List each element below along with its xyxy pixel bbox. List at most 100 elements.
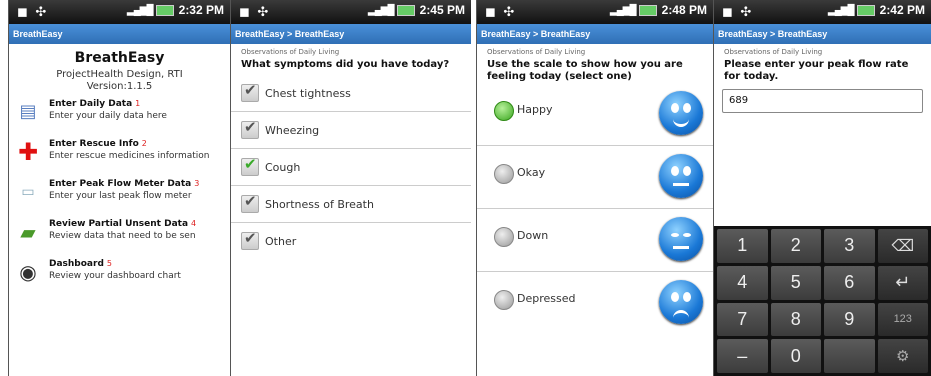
depressed-smiley-icon: [659, 280, 703, 324]
status-time: 2:48 PM: [661, 3, 707, 17]
version-line: Version:1.1.5: [86, 81, 153, 92]
menu-item-review-unsent[interactable]: ▰ Review Partial Unsent Data 4 Review dat…: [9, 219, 230, 259]
battery-icon: [155, 4, 174, 16]
key-4[interactable]: 4: [717, 265, 768, 300]
mood-option-okay[interactable]: Okay: [477, 146, 713, 209]
mood-option-depressed[interactable]: Depressed: [477, 272, 713, 334]
screen-peak-flow: ◼ ✣ ▂▄▆█ 2:42 PM BreathEasy > BreathEasy…: [713, 0, 931, 376]
key-123[interactable]: 123: [877, 302, 928, 337]
status-notification-icons: ◼ ✣: [17, 4, 49, 19]
symptom-label: Chest tightness: [265, 86, 351, 100]
symptom-label: Shortness of Breath: [265, 197, 374, 211]
symptom-cough[interactable]: ✔ Cough: [231, 149, 471, 186]
mood-option-happy[interactable]: Happy: [477, 83, 713, 146]
menu-desc: Review data that need to be sen: [49, 231, 196, 241]
key-blank[interactable]: [824, 339, 875, 373]
data-entry-icon: ▤: [19, 101, 37, 122]
app-title-bar: BreathEasy > BreathEasy: [714, 24, 931, 44]
key-5[interactable]: 5: [770, 265, 821, 300]
dashboard-icon: ◉: [19, 260, 37, 284]
key-0[interactable]: 0: [770, 339, 821, 373]
radio-unselected[interactable]: [494, 227, 514, 247]
checkbox-checked[interactable]: ✔: [241, 81, 259, 102]
key-1[interactable]: 1: [717, 229, 768, 263]
status-time: 2:32 PM: [178, 3, 224, 17]
radio-unselected[interactable]: [494, 164, 514, 184]
symptom-other[interactable]: ✔ Other: [231, 223, 471, 259]
menu-item-enter-rescue-info[interactable]: ✚ Enter Rescue Info 2 Enter rescue medici…: [9, 139, 230, 179]
numeric-keypad: 1 2 3 ⌫ 4 5 6 ↵ 7 8 9 123 – 0 ⚙: [714, 226, 931, 376]
app-title-bar: BreathEasy > BreathEasy: [477, 24, 713, 44]
radio-unselected[interactable]: [494, 290, 514, 310]
key-7[interactable]: 7: [717, 302, 768, 337]
status-bar: ◼ ✣ ▂▄▆█ 2:45 PM: [231, 0, 471, 24]
enter-icon[interactable]: ↵: [877, 265, 928, 300]
peak-flow-input[interactable]: 689: [722, 89, 923, 113]
key-8[interactable]: 8: [770, 302, 821, 337]
key-3[interactable]: 3: [824, 229, 875, 263]
status-time: 2:45 PM: [419, 3, 465, 17]
signal-icon: ▂▄▆█: [368, 4, 395, 16]
menu-title: Dashboard: [49, 259, 104, 269]
symptom-label: Cough: [265, 160, 301, 174]
menu-item-enter-daily-data[interactable]: ▤ Enter Daily Data 1 Enter your daily dat…: [9, 99, 230, 139]
mood-option-down[interactable]: Down: [477, 209, 713, 272]
symptom-shortness-of-breath[interactable]: ✔ Shortness of Breath: [231, 186, 471, 223]
status-bar: ◼ ✣ ▂▄▆█ 2:32 PM: [9, 0, 230, 24]
check-icon: ✔: [244, 229, 257, 247]
symptom-chest-tightness[interactable]: ✔ Chest tightness: [231, 75, 471, 112]
backspace-icon[interactable]: ⌫: [877, 229, 928, 263]
key-2[interactable]: 2: [770, 229, 821, 263]
question-text: What symptoms did you have today?: [241, 59, 450, 70]
checkbox-checked[interactable]: ✔: [241, 155, 259, 176]
peak-flow-meter-icon: ▭: [21, 184, 35, 200]
check-icon: ✔: [244, 118, 257, 136]
check-icon: ✔: [244, 81, 257, 99]
unsent-data-icon: ▰: [20, 220, 36, 244]
check-icon: ✔: [244, 192, 257, 210]
status-notification-icons: ◼ ✣: [722, 4, 754, 19]
key-6[interactable]: 6: [824, 265, 875, 300]
menu-item-enter-peak-flow[interactable]: ▭ Enter Peak Flow Meter Data 3 Enter your…: [9, 179, 230, 219]
status-notification-icons: ◼ ✣: [239, 4, 271, 19]
app-title-bar: BreathEasy: [9, 24, 230, 44]
down-smiley-icon: [659, 217, 703, 261]
menu-title: Enter Daily Data: [49, 99, 133, 109]
menu-title: Enter Peak Flow Meter Data: [49, 179, 192, 189]
key-minus[interactable]: –: [717, 339, 768, 373]
okay-smiley-icon: [659, 154, 703, 198]
status-bar: ◼ ✣ ▂▄▆█ 2:48 PM: [477, 0, 713, 24]
symptom-label: Wheezing: [265, 123, 320, 137]
status-notification-icons: ◼ ✣: [485, 4, 517, 19]
key-9[interactable]: 9: [824, 302, 875, 337]
menu-title: Review Partial Unsent Data: [49, 219, 189, 229]
mood-label: Happy: [517, 103, 553, 116]
checkbox-checked[interactable]: ✔: [241, 118, 259, 139]
mood-label: Depressed: [517, 292, 576, 305]
mood-label: Down: [517, 229, 549, 242]
symptom-wheezing[interactable]: ✔ Wheezing: [231, 112, 471, 149]
happy-smiley-icon: [659, 91, 703, 135]
status-time: 2:42 PM: [879, 3, 925, 17]
question-text: Please enter your peak flow rate for tod…: [724, 59, 909, 82]
menu-desc: Enter rescue medicines information: [49, 151, 210, 161]
checkbox-checked[interactable]: ✔: [241, 229, 259, 250]
signal-icon: ▂▄▆█: [828, 4, 855, 16]
status-right: ▂▄▆█ 2:32 PM: [127, 3, 224, 17]
status-right: ▂▄▆█ 2:45 PM: [368, 3, 465, 17]
signal-icon: ▂▄▆█: [127, 4, 154, 16]
screen-mood: ◼ ✣ ▂▄▆█ 2:48 PM BreathEasy > BreathEasy…: [476, 0, 713, 376]
section-subtitle: Observations of Daily Living: [487, 48, 586, 56]
menu-item-dashboard[interactable]: ◉ Dashboard 5 Review your dashboard chart: [9, 259, 230, 299]
battery-icon: [396, 4, 415, 16]
radio-selected[interactable]: [494, 101, 514, 121]
check-icon: ✔: [244, 155, 257, 173]
signal-icon: ▂▄▆█: [610, 4, 637, 16]
section-subtitle: Observations of Daily Living: [241, 48, 340, 56]
battery-icon: [856, 4, 875, 16]
question-text: Use the scale to show how you are feelin…: [487, 59, 683, 82]
menu-title: Enter Rescue Info: [49, 139, 139, 149]
checkbox-checked[interactable]: ✔: [241, 192, 259, 213]
mood-label: Okay: [517, 166, 546, 179]
settings-gear-icon[interactable]: ⚙: [877, 339, 928, 373]
